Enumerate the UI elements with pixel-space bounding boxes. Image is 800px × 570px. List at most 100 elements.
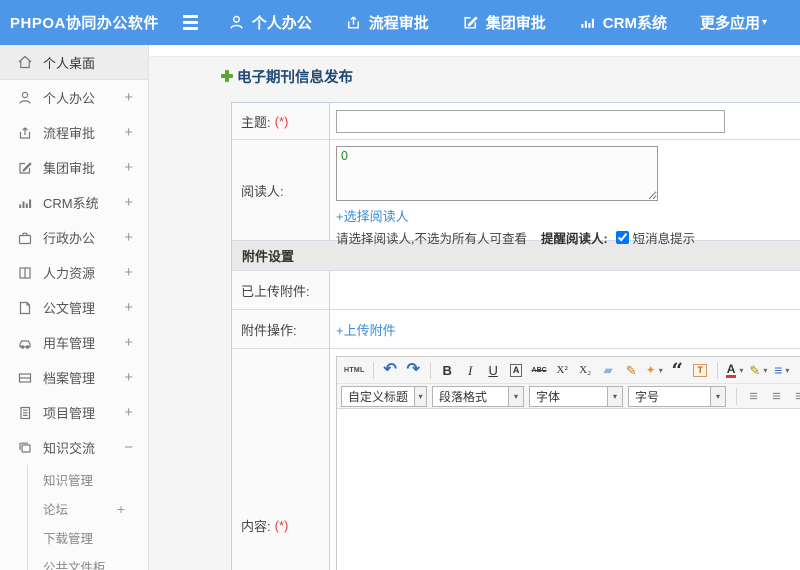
align-center-icon[interactable]: ≡ (766, 386, 787, 407)
sidebar-item-label: 知识交流 (43, 441, 96, 456)
expand-icon[interactable]: + (124, 264, 133, 281)
expand-icon[interactable]: + (124, 89, 133, 106)
expand-icon[interactable]: + (124, 404, 133, 421)
caret-down-icon: ▾ (710, 386, 725, 406)
expand-icon[interactable]: + (124, 369, 133, 386)
editor-toolbar-row2: 自定义标题▾段落格式▾字体▾字号▾≡≡≡≡∞∞ (337, 384, 800, 409)
expand-icon[interactable]: + (124, 229, 133, 246)
sidebar-item-admin-office[interactable]: 行政办公 + (0, 220, 148, 255)
format-painter-icon[interactable]: ✎ (621, 360, 642, 381)
expand-icon[interactable]: + (124, 334, 133, 351)
sidebar-item-human-resources[interactable]: 人力资源 + (0, 255, 148, 290)
sidebar-item-group-approval[interactable]: 集团审批 + (0, 150, 148, 185)
sidebar-subitem-download-mgmt[interactable]: 下载管理 (28, 523, 148, 552)
sidebar-item-archive-mgmt[interactable]: 档案管理 + (0, 360, 148, 395)
format-painter-icon: ✎ (625, 362, 637, 378)
expand-icon[interactable]: + (117, 501, 125, 517)
sidebar-item-knowledge-exchange[interactable]: 知识交流 − (0, 430, 148, 465)
superscript-icon[interactable]: X² (552, 360, 573, 381)
uploaded-attachments-label: 已上传附件: (232, 271, 330, 309)
sidebar-subitem-forum[interactable]: 论坛 + (28, 494, 148, 523)
font-size-select[interactable]: 字号 ▾ (628, 385, 726, 407)
strikethrough-icon[interactable]: ABC (529, 360, 550, 381)
expand-icon[interactable]: + (124, 159, 133, 176)
sidebar-subitem-knowledge-mgmt[interactable]: 知识管理 (28, 465, 148, 494)
home-icon (18, 55, 32, 69)
paragraph-select[interactable]: 段落格式 ▾ (432, 385, 524, 407)
italic-icon: I (467, 362, 473, 378)
uploaded-attachments-row: 已上传附件: (232, 271, 800, 310)
autotypeset-icon[interactable]: ✦ (644, 360, 665, 381)
undo-icon[interactable]: ↶ (380, 360, 401, 381)
sidebar-item-label: 行政办公 (43, 231, 96, 246)
subscript-icon[interactable]: X₂ (575, 360, 596, 381)
sidebar-item-project-mgmt[interactable]: 项目管理 + (0, 395, 148, 430)
paste-text-icon: T (693, 363, 707, 377)
expand-icon[interactable]: + (124, 124, 133, 141)
char-border-icon[interactable]: A (506, 360, 527, 381)
page-title-text: 电子期刊信息发布 (237, 69, 353, 86)
sidebar-item-personal-desktop[interactable]: 个人桌面 (0, 45, 148, 80)
select-readers-link[interactable]: +选择阅读人 (336, 209, 409, 224)
heading-select[interactable]: 自定义标题 ▾ (341, 385, 427, 407)
sidebar-item-crm-system[interactable]: CRM系统 + (0, 185, 148, 220)
align-center-icon: ≡ (772, 387, 781, 405)
flow-icon (347, 16, 359, 29)
nav-item-crm-system[interactable]: CRM系统 (579, 12, 667, 33)
subject-input[interactable] (336, 109, 725, 133)
backcolor-icon[interactable]: ✎ (747, 360, 769, 381)
bold-icon[interactable]: B (437, 360, 458, 381)
char-border-icon: A (509, 363, 523, 377)
paragraph-select-label: 段落格式 (439, 389, 488, 404)
align-right-icon: ≡ (795, 389, 800, 404)
sidebar-item-label: 公文管理 (43, 301, 96, 316)
align-right-icon[interactable]: ≡ (789, 386, 800, 407)
italic-icon[interactable]: I (460, 360, 481, 381)
readers-label: 阅读人: (232, 140, 330, 240)
user-icon (230, 15, 243, 29)
readers-row: 阅读人: 0 +选择阅读人 请选择阅读人,不选为所有人可查看 提醒阅读人: 短消… (232, 140, 800, 246)
upload-attachment-link[interactable]: +上传附件 (336, 320, 396, 339)
align-left-icon[interactable]: ≡ (743, 386, 764, 407)
ordered-list-icon[interactable]: ≡ (771, 360, 792, 381)
menu-toggle-icon[interactable] (182, 15, 198, 30)
nav-item-label: 流程审批 (368, 15, 429, 32)
sidebar-item-vehicle-mgmt[interactable]: 用车管理 + (0, 325, 148, 360)
sidebar-item-label: 用车管理 (43, 336, 96, 351)
sidebar-item-personal-office[interactable]: 个人办公 + (0, 80, 148, 115)
nav-item-more-apps[interactable]: 更多应用 ▾ (700, 12, 767, 33)
blockquote-icon[interactable]: “ (667, 360, 688, 381)
sidebar-item-label: 项目管理 (43, 406, 96, 421)
backcolor-icon: ✎ (749, 362, 761, 378)
expand-icon[interactable]: + (124, 194, 133, 211)
toolbar-separator (372, 361, 374, 379)
chat-icon (19, 442, 31, 453)
source-icon[interactable]: HTML (342, 360, 367, 381)
sidebar-item-workflow-approval[interactable]: 流程审批 + (0, 115, 148, 150)
unordered-list-icon[interactable]: ≡ (794, 360, 800, 381)
font-family-select[interactable]: 字体 ▾ (529, 385, 623, 407)
remove-format-icon[interactable]: ▰ (598, 360, 619, 381)
add-plus-icon (221, 70, 233, 82)
sidebar-subitem-public-file-cabinet[interactable]: 公共文件柜 (28, 552, 148, 570)
sidebar: 个人桌面 个人办公 + 流程审批 + 集团审批 + CRM系统 + 行政办公 + 人力资源 + 公文管理 +… (0, 45, 149, 570)
nav-item-workflow-approval[interactable]: 流程审批 (345, 12, 429, 33)
readers-textarea[interactable]: 0 (336, 146, 658, 201)
sidebar-subitem-label: 公共文件柜 (43, 561, 106, 570)
bold-icon: B (442, 362, 452, 378)
expand-icon[interactable]: + (124, 299, 133, 316)
paste-text-icon[interactable]: T (690, 360, 711, 381)
underline-icon[interactable]: U (483, 360, 504, 381)
forecolor-icon[interactable]: A (724, 360, 746, 381)
redo-icon[interactable]: ↷ (403, 360, 424, 381)
archive-icon (18, 372, 32, 383)
editor-content-area[interactable] (337, 409, 800, 570)
source-icon: HTML (344, 366, 365, 374)
autotypeset-icon: ✦ (645, 363, 656, 377)
nav-item-personal-office[interactable]: 个人办公 (228, 12, 312, 33)
sidebar-item-document-mgmt[interactable]: 公文管理 + (0, 290, 148, 325)
nav-item-group-approval[interactable]: 集团审批 (462, 12, 546, 33)
collapse-icon[interactable]: − (124, 439, 133, 456)
app-header: PHPOA协同办公软件 个人办公 流程审批 集团审批 CRM系统 更多应用 ▾ (0, 0, 800, 45)
sms-remind-checkbox[interactable] (615, 231, 629, 244)
